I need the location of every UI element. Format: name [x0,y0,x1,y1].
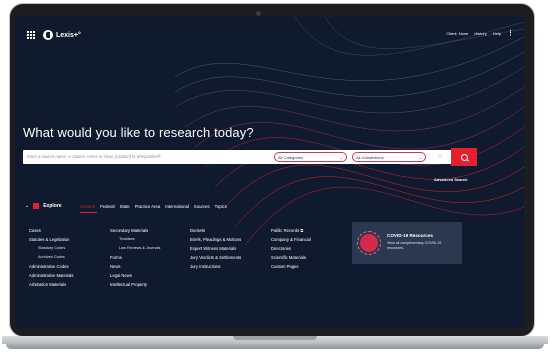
star-icon[interactable]: ☆ [437,153,443,161]
tab-content[interactable]: Content [80,204,95,209]
content-link[interactable]: Jury Verdicts & Settlements [190,253,241,262]
active-tab-indicator [80,212,97,213]
laptop-frame: Lexis+° Client: None History Help ⋮ What… [0,0,550,356]
apps-grid-icon[interactable] [27,31,35,39]
help-link[interactable]: Help [493,31,501,36]
laptop-base [0,336,550,356]
tab-sources[interactable]: Sources [194,204,210,209]
content-link[interactable]: Administrative Codes [29,262,73,271]
content-link[interactable]: Law Reviews & Journals [110,244,160,253]
content-link[interactable]: Public Records ⧉ [271,226,311,235]
search-bar: Enter a source name, a citation, terms o… [23,148,477,166]
content-column-4: Public Records ⧉ Company & Financial Direc… [271,226,311,271]
webcam [256,11,261,16]
covid-resources-card[interactable]: COVID-19 Resources View all complimentar… [352,222,462,264]
tab-international[interactable]: International [165,204,189,209]
content-link[interactable]: Intellectual Property [110,280,160,289]
jurisdictions-label: All Jurisdictions [356,154,384,160]
chevron-down-icon: ⌄ [25,203,30,209]
content-link[interactable]: Jury Instructions [190,262,241,271]
top-nav: Client: None History Help ⋮ [446,30,514,37]
top-bar: Lexis+° Client: None History Help ⋮ [15,17,524,57]
covid-title: COVID-19 Resources [387,233,433,238]
tab-practice-area[interactable]: Practice Area [135,204,161,209]
explore-tabs: Content Federal State Practice Area Inte… [80,204,227,209]
content-link[interactable]: News [110,262,160,271]
content-link[interactable]: Directories [271,244,311,253]
history-link[interactable]: History [474,31,486,36]
logo-text: Lexis+° [56,31,81,39]
base-bottom [6,344,544,349]
jurisdictions-dropdown[interactable]: All Jurisdictions ⌄ [352,152,426,162]
lexis-logo-icon [43,30,53,40]
app-screen: Lexis+° Client: None History Help ⋮ What… [15,17,524,327]
search-icon [460,153,468,161]
content-link[interactable]: Treatises [110,235,160,244]
base-notch [233,336,317,340]
content-link[interactable]: Arbitration Materials [29,280,73,289]
content-link[interactable]: Statutes & Legislation [29,235,73,244]
content-link[interactable]: Archived Codes [29,253,73,262]
virus-icon [357,231,381,255]
content-column-3: Dockets Briefs, Pleadings & Motions Expert… [190,226,241,271]
content-link[interactable]: Briefs, Pleadings & Motions [190,235,241,244]
content-link[interactable]: Cases [29,226,73,235]
explore-bar: ⌄ Explore Content Federal State Practice… [15,197,524,215]
search-button[interactable] [451,148,477,166]
covid-description: View all complimentary COVID-19 resource… [387,241,442,250]
tab-federal[interactable]: Federal [100,204,115,209]
content-link[interactable]: Forms [110,253,160,262]
categories-dropdown[interactable]: All Categories ⌄ [274,152,347,162]
content-link[interactable]: Scientific Materials [271,253,311,262]
content-column-2: Secondary Materials Treatises Law Reviews … [110,226,160,289]
chevron-down-icon: ⌄ [339,154,343,160]
categories-label: All Categories [278,154,303,160]
tab-state[interactable]: State [120,204,130,209]
content-link[interactable]: Statutory Codes [29,244,73,253]
content-link[interactable]: Legal News [110,271,160,280]
search-input[interactable]: Enter a source name, a citation, terms o… [27,154,161,159]
explore-label: Explore [43,203,62,209]
content-link[interactable]: Custom Pages [271,262,311,271]
content-link[interactable]: Expert Witness Materials [190,244,241,253]
client-selector[interactable]: Client: None [446,31,468,36]
content-link[interactable]: Dockets [190,226,241,235]
advanced-search-link[interactable]: Advanced Search [434,177,468,182]
page-title: What would you like to research today? [23,125,254,140]
kebab-menu-icon[interactable]: ⋮ [507,30,514,37]
lexis-logo[interactable]: Lexis+° [43,29,81,41]
content-link[interactable]: Company & Financial [271,235,311,244]
chevron-down-icon: ⌄ [418,154,422,160]
content-link[interactable]: Administrative Materials [29,271,73,280]
explore-icon [33,203,40,209]
content-link[interactable]: Secondary Materials [110,226,160,235]
tab-topics[interactable]: Topics [215,204,227,209]
explore-toggle[interactable]: ⌄ Explore [25,203,62,209]
content-column-1: Cases Statutes & Legislation Statutory Cod… [29,226,73,289]
